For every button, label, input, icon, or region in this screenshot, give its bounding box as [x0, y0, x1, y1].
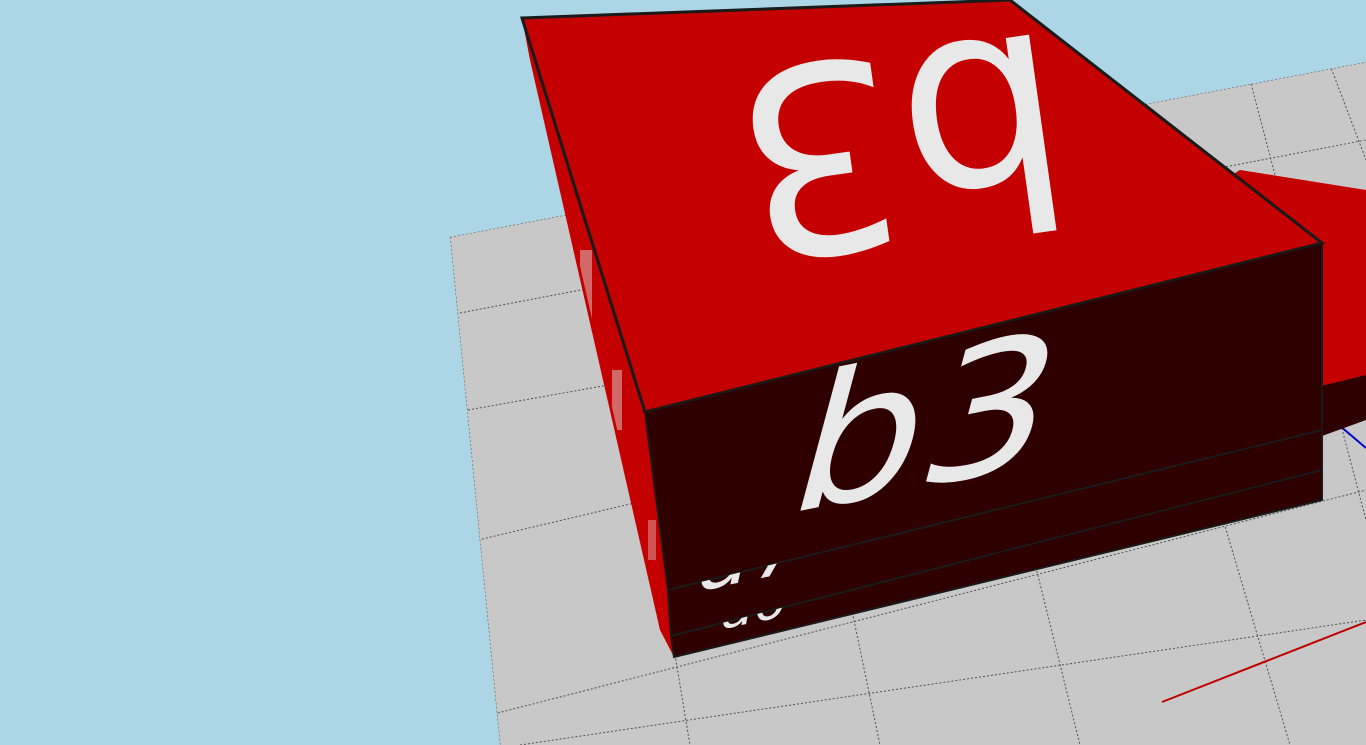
cube-main-top-label: b3	[717, 0, 1086, 315]
scene-canvas[interactable]: b b b3 b3 a7	[0, 0, 1366, 745]
3d-viewport[interactable]: b b b3 b3 a7	[0, 0, 1366, 745]
